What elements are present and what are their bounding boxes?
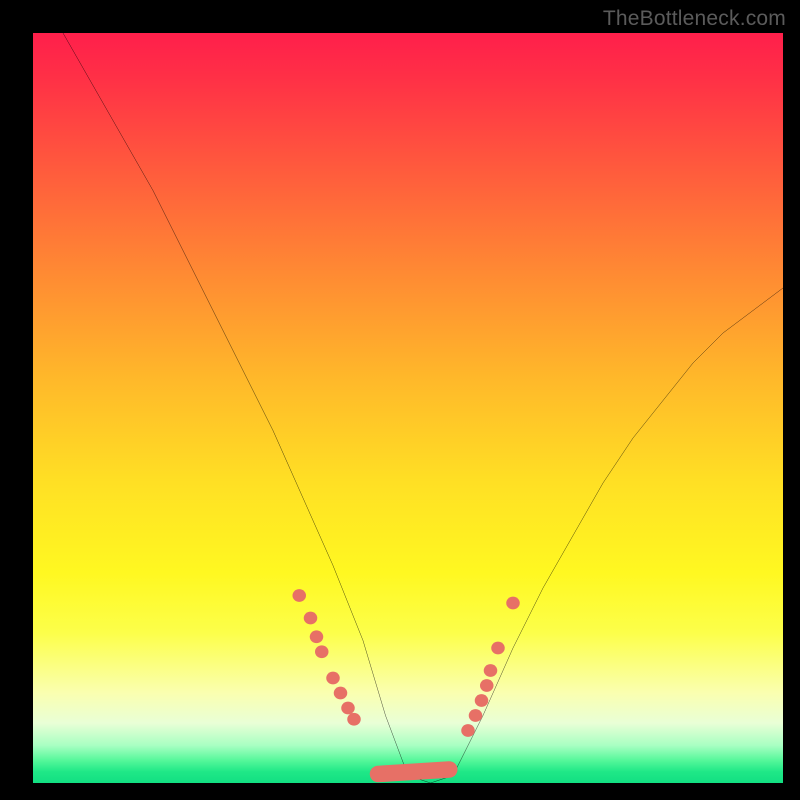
data-marker	[491, 642, 504, 655]
data-marker	[480, 679, 493, 692]
data-marker	[347, 713, 361, 726]
data-marker	[293, 589, 306, 602]
data-marker	[370, 767, 386, 782]
bottleneck-curve	[63, 33, 783, 783]
data-marker	[461, 724, 474, 737]
data-marker	[304, 612, 317, 625]
data-markers	[293, 589, 520, 781]
data-marker	[310, 630, 324, 643]
data-marker	[469, 709, 482, 722]
data-marker	[326, 672, 339, 685]
data-marker	[506, 597, 520, 610]
data-marker	[341, 702, 354, 715]
chart-frame: TheBottleneck.com	[0, 0, 800, 800]
data-marker	[315, 645, 328, 658]
data-marker-pill	[378, 770, 449, 775]
watermark-text: TheBottleneck.com	[603, 7, 786, 31]
data-marker	[475, 694, 489, 707]
curve-layer	[33, 33, 783, 783]
data-marker	[484, 664, 497, 677]
data-marker	[441, 762, 457, 777]
plot-area	[33, 33, 783, 783]
data-marker	[334, 687, 347, 700]
